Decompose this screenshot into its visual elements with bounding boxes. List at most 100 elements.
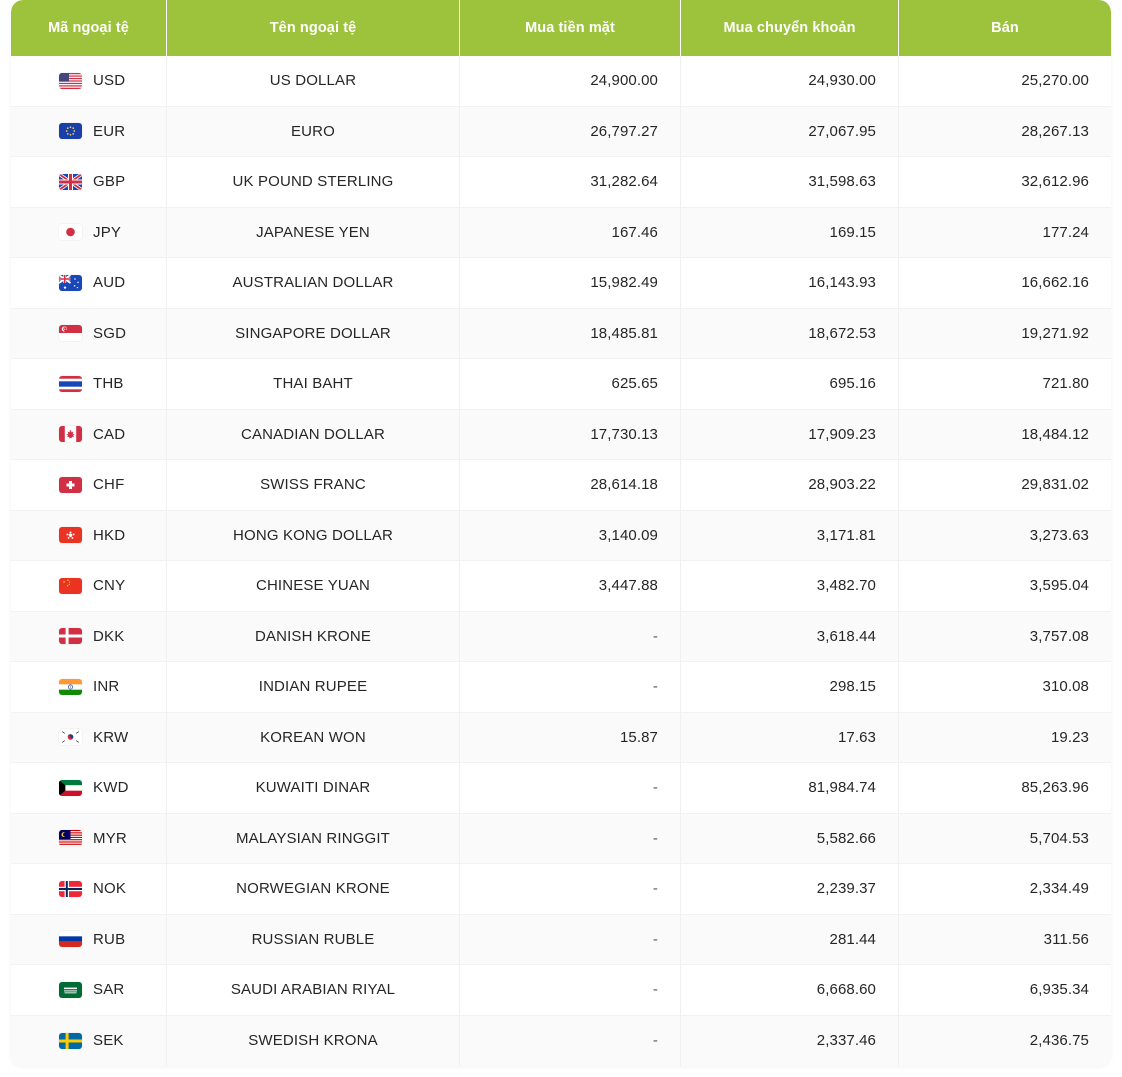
table-row: EUR EURO 26,797.27 27,067.95 28,267.13	[11, 106, 1111, 157]
table-row: SGD SINGAPORE DOLLAR 18,485.81 18,672.53 19,…	[11, 308, 1111, 359]
buy-cash-cell: -	[460, 662, 681, 713]
currency-code-cell: JPY	[11, 207, 167, 258]
buy-transfer-cell: 3,618.44	[681, 611, 899, 662]
currency-code-cell: NOK	[11, 864, 167, 915]
currency-name-cell: CHINESE YUAN	[167, 561, 460, 612]
flag-in-icon	[59, 678, 82, 695]
table-row: INR INDIAN RUPEE -298.15 310.08	[11, 662, 1111, 713]
currency-code-label: NOK	[93, 880, 127, 898]
buy-transfer-cell: 5,582.66	[681, 813, 899, 864]
flag-ch-icon	[59, 476, 82, 493]
table-header: Mã ngoại tệ Tên ngoại tệ Mua tiền mặt Mu…	[11, 0, 1111, 56]
currency-code-cell: DKK	[11, 611, 167, 662]
flag-jp-icon	[59, 224, 82, 241]
flag-ru-icon	[59, 931, 82, 948]
buy-cash-cell: -	[460, 914, 681, 965]
currency-code-label: KWD	[93, 779, 129, 797]
currency-code-cell: AUD	[11, 258, 167, 309]
currency-code-cell: EUR	[11, 106, 167, 157]
currency-code-label: MYR	[93, 829, 127, 847]
sell-cell: 5,704.53	[899, 813, 1111, 864]
buy-cash-cell: -	[460, 611, 681, 662]
currency-code-label: RUB	[93, 930, 126, 948]
buy-transfer-cell: 281.44	[681, 914, 899, 965]
sell-cell: 2,334.49	[899, 864, 1111, 915]
sell-cell: 19.23	[899, 712, 1111, 763]
currency-code-label: DKK	[93, 627, 125, 645]
buy-cash-cell: 15.87	[460, 712, 681, 763]
table-row: CHF SWISS FRANC 28,614.18 28,903.22 29,831.0…	[11, 460, 1111, 511]
buy-cash-cell: -	[460, 864, 681, 915]
currency-name-cell: KOREAN WON	[167, 712, 460, 763]
currency-code-label: JPY	[93, 223, 122, 241]
currency-code-cell: CNY	[11, 561, 167, 612]
currency-code-label: AUD	[93, 274, 126, 292]
column-header-sell[interactable]: Bán	[899, 0, 1111, 56]
flag-kr-icon	[59, 729, 82, 746]
buy-cash-cell: 28,614.18	[460, 460, 681, 511]
buy-transfer-cell: 298.15	[681, 662, 899, 713]
currency-code-cell: KRW	[11, 712, 167, 763]
buy-cash-cell: 24,900.00	[460, 56, 681, 107]
buy-cash-cell: -	[460, 1015, 681, 1066]
currency-code-cell: SEK	[11, 1015, 167, 1066]
sell-cell: 721.80	[899, 359, 1111, 410]
sell-cell: 16,662.16	[899, 258, 1111, 309]
currency-name-cell: HONG KONG DOLLAR	[167, 510, 460, 561]
buy-transfer-cell: 695.16	[681, 359, 899, 410]
buy-transfer-cell: 31,598.63	[681, 157, 899, 208]
currency-name-cell: SWEDISH KRONA	[167, 1015, 460, 1066]
table-row: RUB RUSSIAN RUBLE -281.44 311.56	[11, 914, 1111, 965]
buy-transfer-cell: 3,482.70	[681, 561, 899, 612]
currency-code-cell: INR	[11, 662, 167, 713]
column-header-buy-transfer[interactable]: Mua chuyển khoản	[681, 0, 899, 56]
flag-se-icon	[59, 1032, 82, 1049]
currency-code-cell: CAD	[11, 409, 167, 460]
flag-kw-icon	[59, 779, 82, 796]
column-header-currency-code[interactable]: Mã ngoại tệ	[11, 0, 167, 56]
sell-cell: 28,267.13	[899, 106, 1111, 157]
column-header-buy-cash[interactable]: Mua tiền mặt	[460, 0, 681, 56]
currency-code-label: CHF	[93, 476, 125, 494]
buy-cash-cell: -	[460, 813, 681, 864]
buy-transfer-cell: 169.15	[681, 207, 899, 258]
sell-cell: 85,263.96	[899, 763, 1111, 814]
table-row: USD US DOLLAR 24,900.00 24,930.00 25,270.00	[11, 56, 1111, 107]
currency-code-label: HKD	[93, 526, 126, 544]
sell-cell: 177.24	[899, 207, 1111, 258]
sell-cell: 3,595.04	[899, 561, 1111, 612]
buy-transfer-cell: 27,067.95	[681, 106, 899, 157]
currency-code-label: SAR	[93, 981, 125, 999]
currency-code-cell: THB	[11, 359, 167, 410]
table-row: SEK SWEDISH KRONA -2,337.46 2,436.75	[11, 1015, 1111, 1066]
flag-gb-icon	[59, 173, 82, 190]
table-row: THB THAI BAHT 625.65 695.16 721.80	[11, 359, 1111, 410]
buy-cash-cell: 17,730.13	[460, 409, 681, 460]
buy-transfer-cell: 18,672.53	[681, 308, 899, 359]
table-row: CAD CANADIAN DOLLAR 17,730.13 17,909.23 18,4…	[11, 409, 1111, 460]
column-header-currency-name[interactable]: Tên ngoại tệ	[167, 0, 460, 56]
flag-cn-icon	[59, 577, 82, 594]
flag-eu-icon	[59, 123, 82, 140]
currency-name-cell: AUSTRALIAN DOLLAR	[167, 258, 460, 309]
table-header-row: Mã ngoại tệ Tên ngoại tệ Mua tiền mặt Mu…	[11, 0, 1111, 56]
currency-name-cell: CANADIAN DOLLAR	[167, 409, 460, 460]
exchange-rate-table-container: Mã ngoại tệ Tên ngoại tệ Mua tiền mặt Mu…	[0, 0, 1122, 1066]
buy-cash-cell: 15,982.49	[460, 258, 681, 309]
table-body: USD US DOLLAR 24,900.00 24,930.00 25,270.00 E…	[11, 56, 1111, 1066]
buy-transfer-cell: 2,337.46	[681, 1015, 899, 1066]
buy-transfer-cell: 3,171.81	[681, 510, 899, 561]
flag-sg-icon	[59, 325, 82, 342]
currency-code-label: THB	[93, 375, 124, 393]
currency-code-cell: SAR	[11, 965, 167, 1016]
buy-cash-cell: 167.46	[460, 207, 681, 258]
currency-code-label: CAD	[93, 425, 126, 443]
flag-ca-icon	[59, 426, 82, 443]
sell-cell: 29,831.02	[899, 460, 1111, 511]
currency-code-label: EUR	[93, 122, 126, 140]
table-row: KRW KOREAN WON 15.87 17.63 19.23	[11, 712, 1111, 763]
flag-sa-icon	[59, 981, 82, 998]
currency-code-cell: HKD	[11, 510, 167, 561]
currency-code-cell: MYR	[11, 813, 167, 864]
currency-code-cell: SGD	[11, 308, 167, 359]
